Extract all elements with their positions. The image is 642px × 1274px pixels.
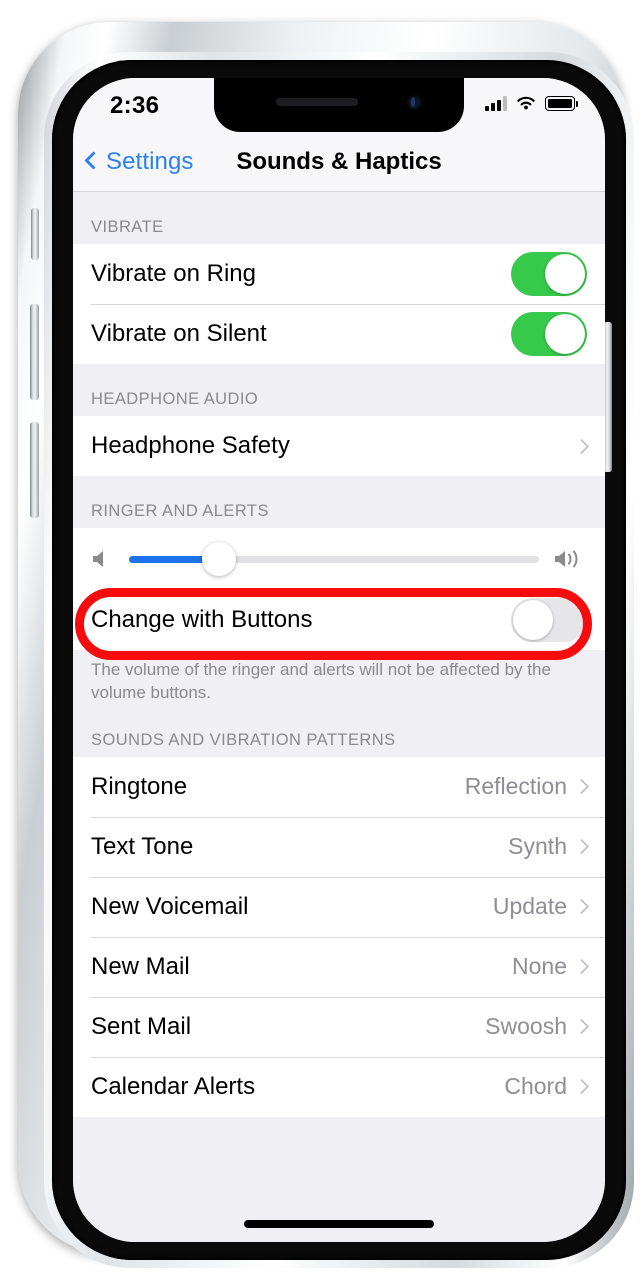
section-header-vibrate: VIBRATE	[73, 192, 605, 244]
row-label: Text Tone	[91, 832, 194, 860]
row-vibrate-on-silent[interactable]: Vibrate on Silent	[73, 304, 605, 364]
status-time: 2:36	[110, 92, 160, 119]
row-label: Vibrate on Silent	[91, 320, 267, 347]
row-label: Headphone Safety	[91, 432, 290, 459]
ringer-volume-slider[interactable]	[129, 542, 539, 576]
group-ringer-and-alerts: Change with Buttons	[73, 528, 605, 650]
section-header-sounds-and-vibration-patterns: SOUNDS AND VIBRATION PATTERNS	[73, 704, 605, 757]
volume-down-button[interactable]	[30, 422, 39, 518]
row-label: Sent Mail	[91, 1012, 192, 1040]
row-vibrate-on-ring[interactable]: Vibrate on Ring	[73, 244, 605, 304]
wifi-icon	[517, 96, 535, 110]
slider-thumb[interactable]	[202, 542, 237, 576]
row-accessory	[511, 252, 587, 296]
chevron-right-icon	[573, 438, 590, 454]
row-label: New Mail	[91, 952, 190, 980]
notch	[214, 78, 464, 132]
navigation-bar: Settings Sounds & Haptics	[73, 132, 605, 192]
row-value: Swoosh	[485, 1013, 567, 1040]
back-button[interactable]: Settings	[84, 147, 194, 176]
status-indicators	[485, 95, 578, 111]
toggle-vibrate-on-silent[interactable]	[511, 312, 587, 356]
row-accessory	[511, 312, 587, 356]
row-value: Chord	[504, 1073, 567, 1100]
row-label: Ringtone	[91, 772, 188, 800]
row-new-voicemail[interactable]: New Voicemail Update	[73, 876, 605, 937]
chevron-right-icon	[573, 1019, 590, 1035]
section-header-ringer-and-alerts: RINGER AND ALERTS	[73, 476, 605, 528]
speaker-high-icon	[553, 547, 587, 571]
row-value: Synth	[508, 833, 567, 860]
row-accessory	[511, 598, 587, 642]
ringer-footnote: The volume of the ringer and alerts will…	[73, 650, 605, 705]
group-sounds-and-vibration-patterns: Ringtone Reflection Text Tone Synth New …	[73, 756, 605, 1117]
row-sent-mail[interactable]: Sent Mail Swoosh	[73, 996, 605, 1057]
chevron-right-icon	[573, 1079, 590, 1095]
toggle-vibrate-on-ring[interactable]	[511, 252, 587, 296]
row-change-with-buttons[interactable]: Change with Buttons	[73, 590, 605, 650]
device-frame: 2:36 Settings Sounds & Haptics VIBRATE V…	[18, 22, 634, 1268]
row-accessory: Update	[492, 893, 590, 920]
mute-switch[interactable]	[31, 208, 39, 260]
row-value: None	[512, 953, 567, 980]
front-camera-icon	[407, 95, 422, 110]
chevron-right-icon	[573, 959, 590, 975]
row-ringtone[interactable]: Ringtone Reflection	[73, 756, 605, 817]
group-headphone-audio: Headphone Safety	[73, 416, 605, 476]
row-headphone-safety[interactable]: Headphone Safety	[73, 416, 605, 476]
toggle-knob	[545, 314, 585, 354]
chevron-left-icon	[84, 151, 103, 170]
row-value: Reflection	[464, 773, 567, 800]
row-label: Calendar Alerts	[91, 1072, 256, 1100]
row-label: Change with Buttons	[91, 606, 313, 633]
row-value: Update	[492, 893, 567, 920]
earpiece-speaker-icon	[276, 98, 358, 106]
settings-list[interactable]: VIBRATE Vibrate on Ring Vibrate on Silen…	[73, 192, 605, 1242]
screenshot-stage: 2:36 Settings Sounds & Haptics VIBRATE V…	[0, 0, 642, 1274]
battery-full-icon	[545, 96, 578, 111]
row-accessory: Swoosh	[485, 1013, 590, 1040]
row-accessory: Chord	[504, 1073, 590, 1100]
row-label: Vibrate on Ring	[91, 260, 256, 287]
row-accessory: None	[512, 953, 590, 980]
group-vibrate: Vibrate on Ring Vibrate on Silent	[73, 244, 605, 364]
row-new-mail[interactable]: New Mail None	[73, 936, 605, 997]
chevron-right-icon	[573, 779, 590, 795]
section-header-headphone-audio: HEADPHONE AUDIO	[73, 364, 605, 416]
toggle-knob	[545, 254, 585, 294]
chevron-right-icon	[573, 839, 590, 855]
back-button-label: Settings	[106, 147, 194, 175]
toggle-knob	[513, 600, 553, 640]
speaker-low-icon	[91, 548, 115, 570]
chevron-right-icon	[573, 899, 590, 915]
page-title: Sounds & Haptics	[236, 147, 442, 175]
row-label: New Voicemail	[91, 892, 249, 920]
volume-up-button[interactable]	[30, 304, 39, 400]
row-accessory: Synth	[508, 833, 590, 860]
row-accessory: Reflection	[464, 773, 590, 800]
row-ringer-volume[interactable]	[73, 528, 605, 590]
home-indicator[interactable]	[244, 1220, 434, 1228]
toggle-change-with-buttons[interactable]	[511, 598, 587, 642]
phone-screen: 2:36 Settings Sounds & Haptics VIBRATE V…	[73, 78, 605, 1242]
row-calendar-alerts[interactable]: Calendar Alerts Chord	[73, 1056, 605, 1117]
row-accessory	[573, 438, 590, 454]
signal-bars-icon	[485, 96, 507, 111]
row-text-tone[interactable]: Text Tone Synth	[73, 816, 605, 877]
